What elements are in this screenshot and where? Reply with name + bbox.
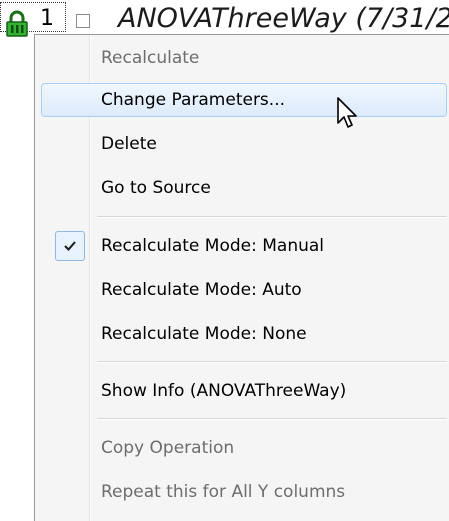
menu-item-recalculate-mode-auto[interactable]: Recalculate Mode: Auto — [41, 273, 447, 307]
operation-tree-row[interactable]: 1 ANOVAThreeWay (7/31/20 — [0, 0, 449, 37]
menu-item-label: Recalculate Mode: Manual — [101, 236, 325, 256]
mouse-pointer-icon — [337, 97, 357, 128]
green-lock-icon — [6, 10, 28, 37]
menu-item-label: Recalculate Mode: Auto — [101, 280, 302, 300]
checked-indicator — [55, 231, 85, 261]
menu-item-label: Go to Source — [101, 178, 211, 198]
menu-item-repeat-for-all-y-columns[interactable]: Repeat this for All Y columns — [41, 475, 447, 509]
menu-item-label: Recalculate Mode: None — [101, 324, 307, 344]
checkmark-icon — [64, 241, 76, 251]
menu-separator — [97, 216, 447, 218]
menu-item-label: Repeat this for All Y columns — [101, 482, 346, 502]
menu-item-recalculate-mode-none[interactable]: Recalculate Mode: None — [41, 317, 447, 351]
menu-item-recalculate-mode-manual[interactable]: Recalculate Mode: Manual — [41, 229, 447, 263]
menu-item-recalculate[interactable]: Recalculate — [41, 41, 447, 75]
menu-item-show-info[interactable]: Show Info (ANOVAThreeWay) — [41, 374, 447, 408]
menu-separator — [97, 361, 447, 363]
menu-item-change-parameters[interactable]: Change Parameters... — [41, 83, 447, 117]
screen: 1 ANOVAThreeWay (7/31/20 Recalculate Cha… — [0, 0, 449, 521]
menu-item-copy-operation[interactable]: Copy Operation — [41, 431, 447, 465]
menu-separator — [97, 418, 447, 420]
menu-item-label: Copy Operation — [101, 438, 235, 458]
menu-item-go-to-source[interactable]: Go to Source — [41, 171, 447, 205]
tree-expander-icon[interactable] — [76, 14, 90, 28]
menu-item-label: Recalculate — [101, 48, 200, 68]
operation-title: ANOVAThreeWay (7/31/20 — [118, 3, 449, 34]
context-menu: Recalculate Change Parameters... Delete … — [34, 34, 449, 521]
menu-item-label: Change Parameters... — [101, 90, 286, 110]
menu-item-delete[interactable]: Delete — [41, 127, 447, 161]
menu-item-label: Show Info (ANOVAThreeWay) — [101, 381, 347, 401]
row-number: 1 — [40, 6, 54, 31]
menu-item-label: Delete — [101, 134, 157, 154]
